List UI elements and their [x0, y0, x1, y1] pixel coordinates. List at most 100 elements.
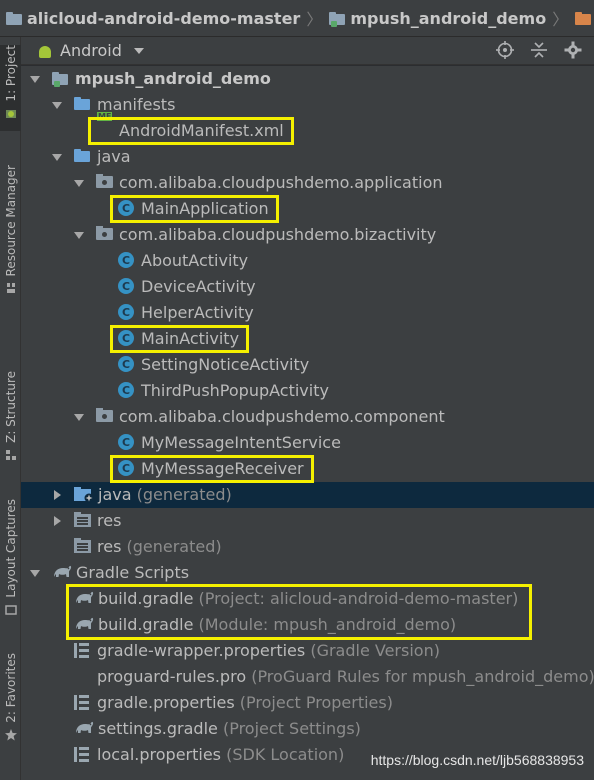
view-mode-dropdown[interactable]: Android — [60, 41, 144, 60]
properties-icon — [74, 642, 91, 659]
expand-arrow-down-icon[interactable] — [74, 412, 84, 422]
tree-item-hint: (Project: alicloud-android-demo-master) — [193, 589, 519, 608]
android-icon — [37, 43, 53, 59]
tree-item[interactable]: settings.gradle (Project Settings) — [21, 716, 594, 742]
layout-captures-icon — [4, 604, 17, 615]
resource-manager-icon — [6, 283, 15, 294]
tab-label: Layout Captures — [3, 499, 18, 598]
tree-item-name: MyMessageReceiver — [141, 459, 304, 478]
tree-item-name: MainApplication — [141, 199, 269, 218]
collapse-arrow-right-icon[interactable] — [52, 490, 62, 500]
tree-item-name: settings.gradle — [98, 719, 218, 738]
expand-arrow-down-icon[interactable] — [30, 568, 40, 578]
collapse-all-icon[interactable] — [530, 41, 548, 59]
tree-item-label: HelperActivity — [141, 303, 254, 322]
tab-resource-manager[interactable]: Resource Manager — [0, 165, 21, 315]
tab-label: 1: Project — [3, 45, 18, 102]
package-icon — [96, 226, 113, 243]
tree-item[interactable]: Gradle Scripts — [21, 560, 594, 586]
tree-item[interactable]: C MyMessageIntentService — [21, 430, 594, 456]
breadcrumb-separator: 〉 — [306, 10, 323, 29]
tree-item[interactable]: build.gradle (Project: alicloud-android-… — [21, 586, 594, 612]
tree-item-label: build.gradle (Project: alicloud-android-… — [98, 589, 518, 608]
tree-item[interactable]: C DeviceActivity — [21, 274, 594, 300]
breadcrumb-item-project[interactable]: alicloud-android-demo-master — [6, 9, 300, 28]
class-icon: C — [118, 330, 135, 347]
file-icon — [74, 668, 91, 685]
expand-arrow-down-icon[interactable] — [30, 74, 40, 84]
tree-item[interactable]: MF AndroidManifest.xml — [21, 112, 594, 144]
tree-item-name: local.properties — [97, 745, 222, 764]
tree-item-label: MyMessageReceiver — [141, 459, 304, 478]
tree-item-label: ThirdPushPopupActivity — [141, 381, 329, 400]
tree-item[interactable]: build.gradle (Module: mpush_android_demo… — [21, 612, 594, 638]
tree-item-label: com.alibaba.cloudpushdemo.component — [119, 407, 445, 426]
folder-icon — [74, 148, 91, 165]
tree-item[interactable]: C ThirdPushPopupActivity — [21, 378, 594, 404]
tree-item[interactable]: C MyMessageReceiver — [21, 456, 594, 482]
tree-item-hint: (ProGuard Rules for mpush_android_demo) — [246, 667, 594, 686]
tree-item[interactable]: mpush_android_demo — [21, 66, 594, 92]
locate-icon[interactable] — [496, 41, 514, 59]
gear-icon[interactable] — [564, 41, 582, 59]
watermark: https://blog.csdn.net/ljb568838953 — [370, 752, 584, 768]
res-folder-icon — [74, 512, 91, 529]
tree-item-name: DeviceActivity — [141, 277, 256, 296]
tree-item-label: mpush_android_demo — [75, 69, 271, 88]
tree-item-name: MainActivity — [141, 329, 240, 348]
tree-item[interactable]: proguard-rules.pro (ProGuard Rules for m… — [21, 664, 594, 690]
gradle-icon — [74, 720, 94, 737]
folder-icon — [74, 96, 91, 113]
expand-arrow-down-icon[interactable] — [52, 152, 62, 162]
tree-item-label: com.alibaba.cloudpushdemo.application — [119, 173, 443, 192]
tree-item[interactable]: res — [21, 508, 594, 534]
tree-item-label: java (generated) — [98, 485, 232, 504]
class-icon: C — [118, 278, 135, 295]
tree-item[interactable]: java — [21, 144, 594, 170]
breadcrumb-item-module[interactable]: mpush_android_demo — [329, 9, 546, 28]
tree-item-name: AndroidManifest.xml — [119, 121, 284, 140]
tree-item-label: res — [97, 511, 121, 530]
tab-structure[interactable]: Z: Structure — [0, 371, 21, 471]
gradle-icon — [74, 616, 94, 633]
tree-item-name: build.gradle — [98, 589, 194, 608]
class-icon: C — [118, 356, 135, 373]
tab-project[interactable]: 1: Project — [0, 45, 21, 131]
tree-item-label: AndroidManifest.xml — [119, 121, 284, 140]
tree-item-label: local.properties (SDK Location) — [97, 745, 344, 764]
tree-item-label: AboutActivity — [141, 251, 248, 270]
tree-item-label: proguard-rules.pro (ProGuard Rules for m… — [97, 667, 594, 686]
tree-item-label: java — [97, 147, 131, 166]
tree-item[interactable]: com.alibaba.cloudpushdemo.bizactivity — [21, 222, 594, 248]
tree-item-name: HelperActivity — [141, 303, 254, 322]
breadcrumb-item-build[interactable]: build — [575, 9, 594, 28]
tree-item[interactable]: java (generated) — [21, 482, 594, 508]
tree-item[interactable]: C MainActivity — [21, 326, 594, 352]
tree-item[interactable]: com.alibaba.cloudpushdemo.application — [21, 170, 594, 196]
tree-item-name: gradle-wrapper.properties — [97, 641, 306, 660]
expand-arrow-down-icon[interactable] — [74, 178, 84, 188]
tree-item[interactable]: res (generated) — [21, 534, 594, 560]
tree-item[interactable]: C AboutActivity — [21, 248, 594, 274]
tree-item-label: DeviceActivity — [141, 277, 256, 296]
tab-layout-captures[interactable]: Layout Captures — [0, 499, 21, 629]
expand-arrow-down-icon[interactable] — [74, 230, 84, 240]
tree-item-label: gradle.properties (Project Properties) — [97, 693, 393, 712]
tab-favorites[interactable]: 2: Favorites — [0, 653, 21, 749]
tree-item[interactable]: C HelperActivity — [21, 300, 594, 326]
manifest-icon: MF — [97, 112, 113, 121]
tree-item[interactable]: C SettingNoticeActivity — [21, 352, 594, 378]
tree-item[interactable]: C MainApplication — [21, 196, 594, 222]
class-icon: C — [118, 304, 135, 321]
properties-icon — [74, 694, 91, 711]
gradle-icon — [52, 564, 72, 581]
collapse-arrow-right-icon[interactable] — [52, 516, 62, 526]
tree-item[interactable]: gradle.properties (Project Properties) — [21, 690, 594, 716]
tree-item-name: MyMessageIntentService — [141, 433, 341, 452]
class-icon: C — [118, 382, 135, 399]
expand-arrow-down-icon[interactable] — [52, 100, 62, 110]
tree-item[interactable]: gradle-wrapper.properties (Gradle Versio… — [21, 638, 594, 664]
module-folder-icon — [329, 11, 346, 27]
tree-item[interactable]: com.alibaba.cloudpushdemo.component — [21, 404, 594, 430]
tree-item-label: MainActivity — [141, 329, 239, 348]
